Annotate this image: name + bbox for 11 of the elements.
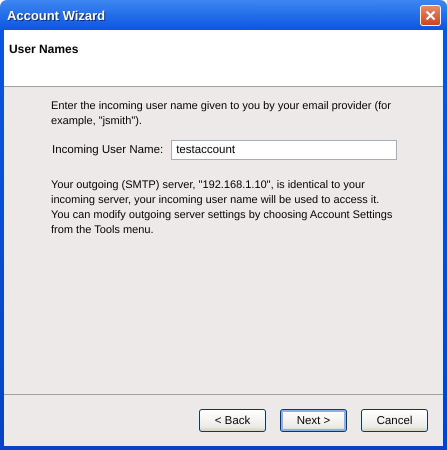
wizard-button[interactable]: Next > — [280, 409, 347, 432]
wizard-button[interactable]: < Back — [199, 409, 266, 432]
wizard-button[interactable]: Cancel — [361, 409, 428, 432]
instruction-text: Enter the incoming user name given to you by your email provider (for example, "jsmith"). — [51, 99, 392, 129]
close-button[interactable] — [420, 4, 441, 26]
window-title: Account Wizard — [7, 8, 106, 22]
close-icon — [425, 10, 436, 20]
info-text: Your outgoing (SMTP) server, "192.168.1.10", is identical to your incoming server, your incoming user name will be used to access it. You can modify outgoing server settings by choosing Account Settings from the Tools menu. — [51, 178, 394, 238]
username-field[interactable]: testaccount — [171, 140, 398, 160]
field-label: Incoming User Name: — [52, 144, 164, 156]
page-heading: User Names — [9, 42, 78, 56]
